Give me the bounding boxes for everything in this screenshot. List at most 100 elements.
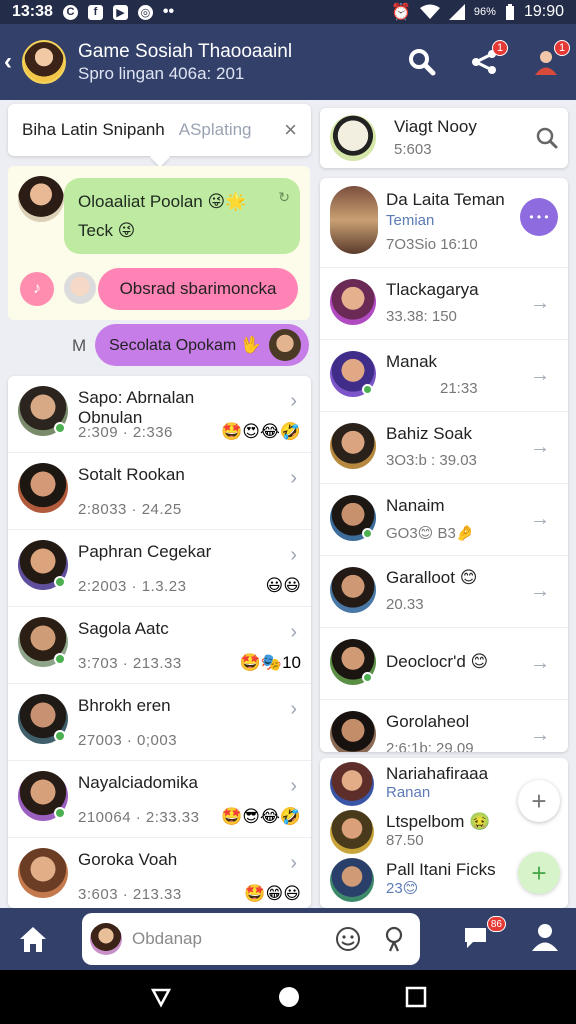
message-composer[interactable]	[82, 913, 420, 965]
more-options-button[interactable]: • • •	[520, 198, 558, 236]
chevron-right-icon: ›	[290, 852, 297, 874]
contact-meta: 33.38: 150	[386, 308, 457, 325]
contact-name: Pall Itani Ficks	[386, 860, 496, 879]
header-subtitle: Spro lingan 406a: 201	[78, 64, 245, 84]
contact-meta: 2:309 · 2:336	[78, 424, 173, 441]
contact-name: Paphran Cegekar	[78, 542, 212, 561]
message-line-2: Teck 😜	[78, 220, 136, 240]
contact-meta: 2:6:1b: 29.09	[386, 740, 474, 752]
back-triangle-icon[interactable]	[149, 985, 173, 1009]
list-item[interactable]: Manak 21:33 →	[320, 340, 568, 412]
contact-meta: 5:603	[394, 141, 432, 159]
header-title: Game Sosiah Thaooaainl	[78, 40, 293, 62]
tiktok-icon[interactable]: ♪	[20, 272, 54, 306]
message-bubble-purple[interactable]: Secolata Opokam 🖖	[95, 324, 309, 366]
contact-name: Deoclocr'd 😊	[386, 652, 489, 671]
profile-icon[interactable]	[530, 922, 560, 952]
contact-name: Ltspelbom 🤢	[386, 812, 491, 831]
featured-contact-card[interactable]: Viagt Nooy 5:603	[320, 108, 568, 168]
contact-meta: 21:33	[440, 380, 478, 397]
chevron-right-icon: →	[530, 724, 550, 746]
list-item[interactable]: Bahiz Soak 3O3:b : 39.03 →	[320, 412, 568, 484]
refresh-icon[interactable]: ↻	[278, 186, 290, 210]
list-item[interactable]: Nayalciadomika 210064 · 2:33.33 🤩😎😂🤣 ›	[8, 761, 311, 838]
back-chevron-icon[interactable]: ‹	[4, 48, 22, 76]
add-button[interactable]: +	[518, 780, 560, 822]
list-item[interactable]: Da Laita Teman Temian 7O3Sio 16:10 • • •	[320, 178, 568, 268]
contact-meta: 20.33	[386, 596, 424, 613]
chevron-right-icon: ›	[290, 698, 297, 720]
chat-search-card[interactable]: Biha Latin Snipanh ASplating ×	[8, 104, 311, 156]
contact-subtitle: Temian	[386, 212, 435, 229]
list-item[interactable]: Goroka Voah 3:603 · 213.33 🤩😁😃 ›	[8, 838, 311, 908]
list-item[interactable]: Deoclocr'd 😊 →	[320, 628, 568, 700]
contact-meta: 3O3:b : 39.03	[386, 452, 477, 469]
search-button[interactable]	[406, 46, 438, 78]
list-item[interactable]: Garalloot 😊 20.33 →	[320, 556, 568, 628]
chevron-right-icon: →	[530, 580, 550, 602]
home-circle-icon[interactable]	[277, 985, 301, 1009]
system-navigation-bar	[0, 970, 576, 1024]
contact-name: Nayalciadomika	[78, 773, 198, 792]
list-item[interactable]: Sapo: Abrnalan Obnulan 2:309 · 2:336 🤩😍😂…	[8, 376, 311, 453]
sender-avatar[interactable]	[18, 176, 64, 222]
chats-button[interactable]: 86	[462, 916, 506, 957]
contact-name: Tlackagarya	[386, 280, 479, 299]
location-pin-icon[interactable]	[382, 925, 406, 953]
contact-subtitle: 23😊	[386, 880, 419, 898]
message-bubble-green[interactable]: Oloaaliat Poolan 😜🌟 Teck 😜 ↻	[64, 178, 300, 254]
search-icon[interactable]	[536, 127, 558, 149]
contact-meta: 7O3Sio 16:10	[386, 236, 478, 253]
chevron-right-icon: ›	[290, 621, 297, 643]
facebook-icon: f	[87, 4, 103, 20]
list-item[interactable]: Tlackagarya 33.38: 150 →	[320, 268, 568, 340]
chevron-right-icon: ›	[290, 775, 297, 797]
list-item[interactable]: Gorolaheol 2:6:1b: 29.09 →	[320, 700, 568, 752]
contact-meta: 27003 · 0;003	[78, 732, 178, 749]
list-item[interactable]: Paphran Cegekar 2:2003 · 1.3.23 😃😃 ›	[8, 530, 311, 607]
contact-meta: 210064 · 2:33.33	[78, 809, 200, 826]
alerts-button[interactable]: 1	[530, 40, 570, 78]
list-item[interactable]: Bhrokh eren 27003 · 0;003 ›	[8, 684, 311, 761]
app-header: ‹ Game Sosiah Thaooaainl Spro lingan 406…	[0, 24, 576, 100]
avatar	[18, 463, 68, 513]
home-icon[interactable]	[18, 924, 48, 954]
add-contact-button[interactable]: +	[518, 852, 560, 894]
online-indicator	[54, 807, 66, 819]
chevron-right-icon: →	[530, 364, 550, 386]
list-item[interactable]: Nanaim GO3😊 B3🤌 →	[320, 484, 568, 556]
notification-badge: 1	[492, 40, 508, 56]
recents-square-icon[interactable]	[405, 986, 427, 1008]
online-indicator	[54, 422, 66, 434]
list-item[interactable]: Sagola Aatc 3:703 · 213.33 🤩🎭10 ›	[8, 607, 311, 684]
contact-name: Nariahafiraaa	[386, 764, 489, 783]
purple-message-text: Secolata Opokam 🖖	[109, 337, 261, 354]
contact-list-left: Sapo: Abrnalan Obnulan 2:309 · 2:336 🤩😍😂…	[8, 376, 311, 908]
bottom-navigation: 86	[0, 908, 576, 970]
group-avatar	[330, 186, 378, 254]
search-query: Biha Latin Snipanh	[22, 120, 165, 139]
close-icon[interactable]: ×	[284, 117, 297, 143]
contact-meta: 2:2003 · 1.3.23	[78, 578, 187, 595]
message-bubble-pink[interactable]: Obsrad sbarimoncka	[98, 268, 298, 310]
emoji-icon[interactable]	[334, 925, 362, 953]
contact-name: Nanaim	[386, 496, 445, 515]
chevron-right-icon: →	[530, 292, 550, 314]
contact-meta: 3:603 · 213.33	[78, 886, 182, 903]
avatar	[330, 762, 374, 806]
contact-meta: GO3😊 B3🤌	[386, 525, 475, 542]
battery-percent: 96%	[473, 6, 496, 18]
app-notification-icon: C	[62, 4, 78, 20]
online-indicator	[54, 576, 66, 588]
phone-screen: { "status_bar": {"time_left": "13:38", "…	[0, 0, 576, 1024]
profile-avatar[interactable]	[22, 40, 66, 84]
contact-name: Sotalt Rookan	[78, 465, 185, 484]
emoji-reactions: 🤩😎😂🤣	[221, 807, 301, 826]
contact-name: Da Laita Teman	[386, 190, 505, 209]
message-input[interactable]	[132, 929, 352, 949]
list-item[interactable]: Sotalt Rookan 2:8033 · 24.25 ›	[8, 453, 311, 530]
search-placeholder: ASplating	[178, 120, 252, 139]
baby-avatar[interactable]	[64, 272, 96, 304]
chat-panel: Oloaaliat Poolan 😜🌟 Teck 😜 ↻ ♪ Obsrad sb…	[8, 166, 310, 320]
share-button[interactable]: 1	[468, 40, 508, 78]
